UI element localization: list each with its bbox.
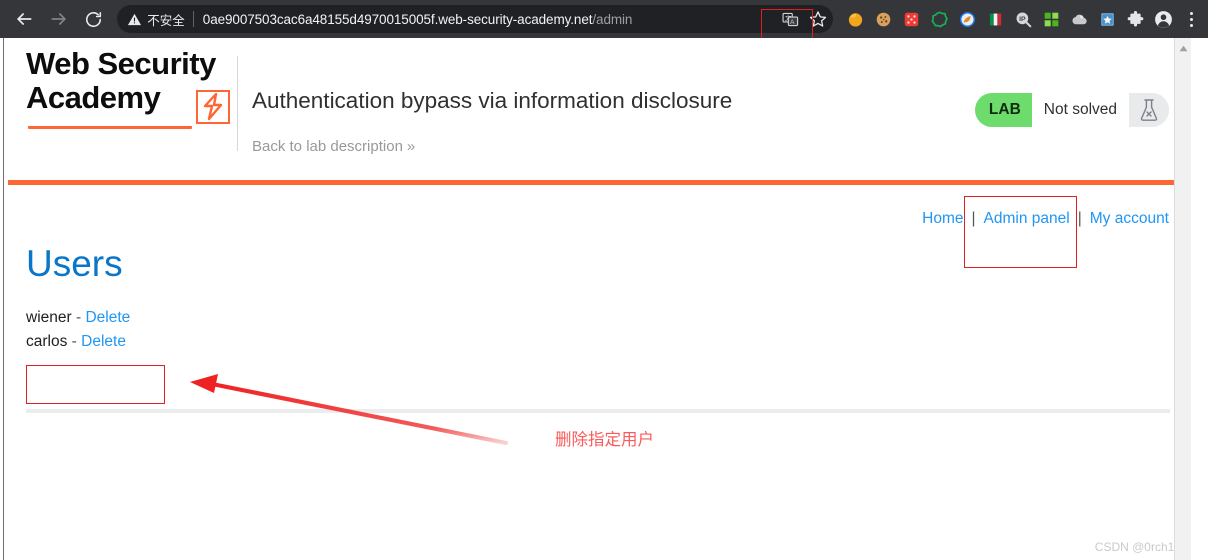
address-bar[interactable]: 不安全 0ae9007503cac6a48155d4970015005f.web…: [117, 5, 834, 43]
flask-not-solved-icon: [1129, 93, 1169, 127]
extensions-bar: IP: [841, 5, 1177, 33]
nav-separator: |: [971, 210, 976, 227]
back-link-label: Back to lab description: [252, 138, 403, 155]
translate-glyph: 文 A: [782, 12, 799, 26]
forward-button[interactable]: [44, 4, 72, 34]
site-security-chip[interactable]: 不安全: [127, 10, 185, 29]
lab-header: Web Security Academy Authentication bypa…: [4, 38, 1191, 178]
delete-user-link[interactable]: Delete: [85, 309, 130, 326]
header-accent-bar: [8, 180, 1188, 185]
orange-coin-extension-icon[interactable]: [841, 5, 869, 33]
list-item: carlos - Delete: [26, 330, 130, 354]
admin-panel-annotation-box: [964, 196, 1077, 268]
username: wiener: [26, 309, 72, 326]
dice-glyph: [904, 12, 919, 26]
vertical-scrollbar[interactable]: [1174, 38, 1191, 560]
puzzle-glyph: [1127, 10, 1144, 26]
lightning-bolt-icon: [196, 90, 230, 124]
puzzle-extensions-icon[interactable]: [1121, 5, 1149, 33]
svg-text:A: A: [790, 18, 795, 25]
logo-line-2: Academy: [26, 80, 161, 115]
profile-avatar-icon[interactable]: [1149, 5, 1177, 33]
not-secure-warning-icon: [128, 13, 142, 25]
menu-dot: [1190, 11, 1194, 15]
url-host: 0ae9007503cac6a48155d4970015005f.web-sec…: [202, 11, 593, 27]
browser-viewport: Web Security Academy Authentication bypa…: [0, 38, 1208, 560]
translate-icon[interactable]: 文 A: [777, 6, 803, 32]
browser-toolbar: 不安全 0ae9007503cac6a48155d4970015005f.web…: [0, 0, 1208, 43]
svg-text:IP: IP: [1019, 16, 1026, 23]
blue-star-extension-icon[interactable]: [1093, 5, 1121, 33]
page-title: Users: [26, 243, 123, 284]
menu-dot: [1190, 23, 1194, 27]
red-dice-extension-icon[interactable]: [897, 5, 925, 33]
ip-lookup-extension-icon[interactable]: IP: [1009, 5, 1037, 33]
url-path: admin: [596, 11, 633, 27]
nav-separator: |: [1077, 210, 1082, 227]
cookie-glyph: [876, 12, 891, 26]
list-item: wiener - Delete: [26, 306, 130, 330]
username: carlos: [26, 333, 68, 350]
back-button[interactable]: [10, 4, 38, 34]
security-label: 不安全: [147, 13, 185, 28]
lab-status-text: Not solved: [1031, 93, 1129, 127]
reload-button[interactable]: [79, 4, 107, 34]
bookmark-star-icon[interactable]: [805, 6, 831, 32]
user-list: wiener - Delete carlos - Delete: [26, 306, 130, 354]
row-dash: -: [71, 333, 77, 350]
lab-badge: LAB: [974, 93, 1032, 127]
back-arrow-icon: [17, 13, 32, 25]
double-chevron-icon: »: [406, 138, 415, 155]
annotation-arrow-icon: [190, 374, 509, 446]
scroll-up-arrow-icon[interactable]: [1175, 41, 1191, 55]
logo-underline: [28, 126, 192, 129]
gear-glyph: [931, 10, 948, 27]
avatar-glyph: [1154, 10, 1172, 28]
green-gear-extension-icon[interactable]: [925, 5, 953, 33]
reload-icon: [85, 11, 101, 27]
back-to-lab-description-link[interactable]: Back to lab description»: [252, 138, 415, 155]
web-page: Web Security Academy Authentication bypa…: [3, 38, 1191, 560]
flag-glyph: [989, 13, 1002, 25]
web-security-academy-logo[interactable]: Web Security Academy: [26, 46, 230, 129]
forward-arrow-icon: [51, 13, 66, 25]
italian-flag-extension-icon[interactable]: [981, 5, 1009, 33]
nav-my-account[interactable]: My account: [1090, 210, 1169, 228]
qr-grid-glyph: [1044, 12, 1059, 26]
nav-admin-panel[interactable]: Admin panel: [984, 210, 1070, 228]
blue-circle-glyph: [959, 11, 975, 27]
up-triangle-glyph: [1179, 45, 1187, 51]
delete-user-link[interactable]: Delete: [81, 333, 126, 350]
menu-dot: [1190, 17, 1194, 21]
cookie-extension-icon[interactable]: [869, 5, 897, 33]
gray-cloud-extension-icon[interactable]: [1065, 5, 1093, 33]
bolt-glyph: [203, 93, 223, 121]
carlos-row-annotation-box: [26, 365, 165, 404]
cloud-glyph: [1072, 14, 1087, 24]
annotation-caption: 删除指定用户: [555, 431, 654, 449]
ip-magnifier-glyph: IP: [1016, 12, 1032, 27]
qr-grid-extension-icon[interactable]: [1037, 5, 1065, 33]
header-vertical-divider: [237, 56, 238, 151]
blue-circle-extension-icon[interactable]: [953, 5, 981, 33]
nav-home[interactable]: Home: [922, 210, 963, 228]
lab-title: Authentication bypass via information di…: [252, 88, 733, 113]
omnibox-divider: [192, 11, 194, 27]
orange-coin-glyph: [848, 12, 863, 27]
logo-line-1: Web Security: [26, 46, 216, 81]
site-navigation: Home | Admin panel | My account: [922, 210, 1169, 228]
url-text[interactable]: 0ae9007503cac6a48155d4970015005f.web-sec…: [203, 12, 633, 27]
blue-star-glyph: [1101, 12, 1114, 26]
lab-status-widget[interactable]: LAB Not solved: [974, 93, 1169, 127]
star-glyph: [810, 11, 827, 27]
row-dash: -: [75, 309, 82, 326]
watermark: CSDN @0rch1d: [1094, 540, 1181, 554]
chrome-menu-button[interactable]: [1179, 4, 1204, 34]
flask-glyph: [1140, 99, 1158, 121]
